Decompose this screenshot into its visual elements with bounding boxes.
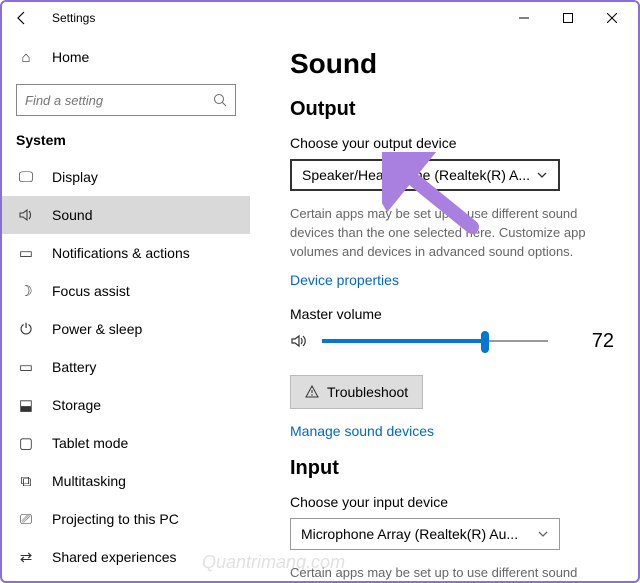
sidebar-item-storage[interactable]: ⬓ Storage bbox=[2, 386, 250, 424]
titlebar: Settings bbox=[2, 2, 638, 34]
page-title: Sound bbox=[290, 48, 614, 80]
sidebar-item-label: Sound bbox=[52, 207, 92, 223]
sidebar-item-sound[interactable]: Sound bbox=[2, 196, 250, 234]
search-icon bbox=[213, 93, 227, 107]
sidebar-item-multitasking[interactable]: ⧉ Multitasking bbox=[2, 462, 250, 500]
volume-icon[interactable] bbox=[290, 332, 308, 350]
tablet-icon: ▢ bbox=[16, 433, 36, 453]
input-heading: Input bbox=[290, 457, 614, 480]
chevron-down-icon bbox=[536, 169, 548, 181]
warning-icon bbox=[305, 385, 319, 399]
sound-icon bbox=[16, 205, 36, 225]
slider-thumb[interactable] bbox=[481, 331, 489, 353]
sidebar: ⌂ Home System 🖵 Display Sound ▭ Notifica… bbox=[2, 34, 250, 581]
window-controls bbox=[502, 3, 634, 33]
sidebar-item-label: Shared experiences bbox=[52, 549, 177, 565]
power-icon: ⏻ bbox=[16, 319, 36, 339]
minimize-button[interactable] bbox=[502, 3, 546, 33]
input-device-select[interactable]: Microphone Array (Realtek(R) Au... bbox=[290, 518, 560, 550]
output-device-select[interactable]: Speaker/Headphone (Realtek(R) A... bbox=[290, 159, 560, 191]
close-button[interactable] bbox=[590, 3, 634, 33]
input-desc: Certain apps may be set up to use differ… bbox=[290, 564, 614, 581]
sidebar-item-label: Tablet mode bbox=[52, 435, 128, 451]
sidebar-item-label: Display bbox=[52, 169, 98, 185]
output-device-label: Choose your output device bbox=[290, 135, 614, 151]
back-button[interactable] bbox=[6, 2, 38, 34]
input-device-value: Microphone Array (Realtek(R) Au... bbox=[301, 526, 518, 542]
sidebar-item-shared[interactable]: ⇄ Shared experiences bbox=[2, 538, 250, 576]
battery-icon: ▭ bbox=[16, 357, 36, 377]
master-volume-row: 72 bbox=[290, 330, 614, 353]
notifications-icon: ▭ bbox=[16, 243, 36, 263]
sidebar-home[interactable]: ⌂ Home bbox=[2, 38, 250, 76]
search-field[interactable] bbox=[25, 93, 213, 108]
window-title: Settings bbox=[52, 11, 95, 25]
sidebar-item-label: Focus assist bbox=[52, 283, 130, 299]
main-content: Sound Output Choose your output device S… bbox=[250, 34, 638, 581]
chevron-down-icon bbox=[537, 528, 549, 540]
sidebar-item-label: Battery bbox=[52, 359, 96, 375]
sidebar-item-clipboard[interactable]: 📋 Clipboard bbox=[2, 576, 250, 581]
master-volume-label: Master volume bbox=[290, 306, 614, 322]
sidebar-item-focus-assist[interactable]: ☽ Focus assist bbox=[2, 272, 250, 310]
category-header: System bbox=[2, 128, 250, 158]
sidebar-item-label: Projecting to this PC bbox=[52, 511, 179, 527]
sidebar-item-display[interactable]: 🖵 Display bbox=[2, 158, 250, 196]
volume-value: 72 bbox=[592, 330, 614, 353]
sidebar-item-tablet[interactable]: ▢ Tablet mode bbox=[2, 424, 250, 462]
focus-icon: ☽ bbox=[16, 281, 36, 301]
input-device-label: Choose your input device bbox=[290, 494, 614, 510]
sidebar-item-battery[interactable]: ▭ Battery bbox=[2, 348, 250, 386]
sidebar-item-notifications[interactable]: ▭ Notifications & actions bbox=[2, 234, 250, 272]
multitasking-icon: ⧉ bbox=[16, 471, 36, 491]
troubleshoot-label: Troubleshoot bbox=[327, 384, 408, 400]
maximize-button[interactable] bbox=[546, 3, 590, 33]
shared-icon: ⇄ bbox=[16, 547, 36, 567]
output-device-properties-link[interactable]: Device properties bbox=[290, 272, 614, 288]
output-desc: Certain apps may be set up to use differ… bbox=[290, 205, 614, 262]
home-icon: ⌂ bbox=[16, 47, 36, 67]
sidebar-item-label: Storage bbox=[52, 397, 101, 413]
search-input[interactable] bbox=[16, 84, 236, 116]
sidebar-item-label: Power & sleep bbox=[52, 321, 142, 337]
sidebar-item-label: Home bbox=[52, 49, 89, 65]
display-icon: 🖵 bbox=[16, 167, 36, 187]
sidebar-item-label: Notifications & actions bbox=[52, 245, 190, 261]
sidebar-item-label: Multitasking bbox=[52, 473, 126, 489]
volume-slider[interactable] bbox=[322, 339, 548, 343]
storage-icon: ⬓ bbox=[16, 395, 36, 415]
output-heading: Output bbox=[290, 98, 614, 121]
output-device-value: Speaker/Headphone (Realtek(R) A... bbox=[302, 167, 530, 183]
projecting-icon: ⎚ bbox=[16, 509, 36, 529]
troubleshoot-button[interactable]: Troubleshoot bbox=[290, 375, 423, 409]
sidebar-item-projecting[interactable]: ⎚ Projecting to this PC bbox=[2, 500, 250, 538]
sidebar-item-power[interactable]: ⏻ Power & sleep bbox=[2, 310, 250, 348]
manage-devices-link[interactable]: Manage sound devices bbox=[290, 423, 614, 439]
